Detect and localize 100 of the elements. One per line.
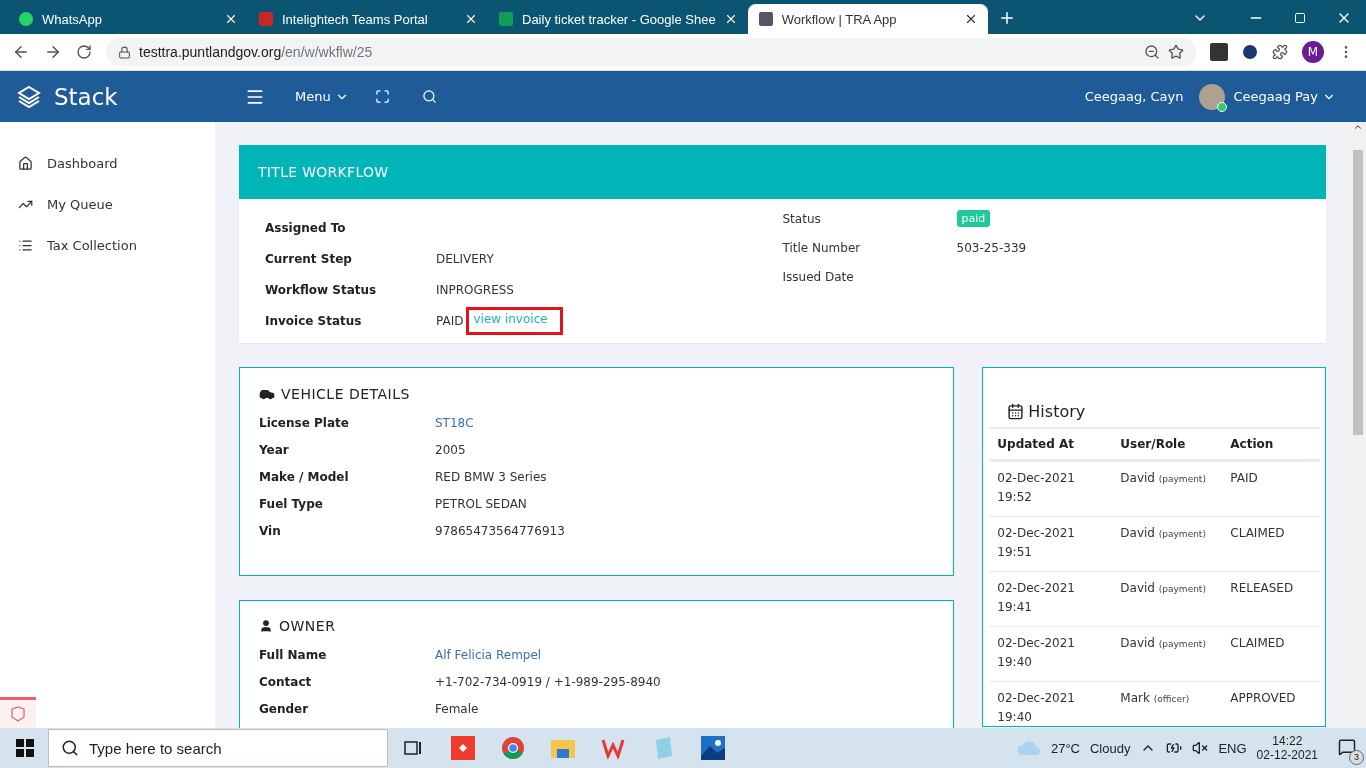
- debug-bar-tab[interactable]: [0, 697, 36, 728]
- stack-logo-icon: [16, 83, 42, 110]
- search-icon: [61, 739, 79, 757]
- site-icon: [258, 11, 274, 27]
- column-header: Updated At: [989, 429, 1113, 462]
- field-label: Fuel Type: [259, 495, 324, 513]
- field-value: INPROGRESS: [436, 281, 514, 299]
- brand-name: Stack: [54, 83, 118, 110]
- field-label: Assigned To: [265, 219, 347, 237]
- table-cell: David (payment): [1112, 462, 1223, 517]
- browser-tab[interactable]: Intelightech Teams Portal: [248, 4, 488, 34]
- field-label: Issued Date: [782, 268, 855, 286]
- field-value: RED BMW 3 Series: [435, 468, 547, 486]
- notification-icon[interactable]: [1338, 737, 1356, 756]
- field-label: Status: [782, 210, 822, 228]
- sidebar-item[interactable]: Dashboard: [0, 152, 215, 174]
- restore-icon[interactable]: [1294, 12, 1306, 24]
- reload-icon[interactable]: [76, 44, 92, 60]
- browser-tab[interactable]: Daily ticket tracker - Google Shee: [488, 4, 748, 34]
- account-dropdown[interactable]: Ceegaag Pay: [1233, 89, 1336, 104]
- url-text: testtra.puntlandgov.org/en/w/wkflw/25: [139, 44, 373, 60]
- table-cell: 02-Dec-2021 19:40: [989, 627, 1113, 682]
- field-value: PETROL SEDAN: [435, 495, 527, 513]
- table-cell: 02-Dec-2021 19:51: [989, 517, 1113, 572]
- language-indicator[interactable]: ENG: [1218, 740, 1247, 756]
- card-title: TITLE WORKFLOW: [239, 145, 1326, 199]
- field-label: Full Name: [259, 646, 328, 664]
- clock[interactable]: 14:22 02-12-2021: [1256, 734, 1318, 762]
- menu-dropdown[interactable]: Menu: [295, 89, 349, 104]
- zoom-icon[interactable]: [1144, 44, 1160, 60]
- task-view-icon[interactable]: [403, 739, 423, 757]
- site-icon: [757, 11, 774, 27]
- folder-icon[interactable]: [551, 737, 575, 759]
- field-label: License Plate: [259, 414, 350, 432]
- app-icon[interactable]: [451, 736, 475, 760]
- column-header: Action: [1222, 429, 1320, 462]
- forward-icon[interactable]: [44, 43, 62, 61]
- fullscreen-icon[interactable]: [374, 89, 390, 104]
- table-cell: CLAIMED: [1222, 627, 1320, 682]
- weather-text: Cloudy: [1089, 740, 1131, 756]
- temperature: 27°C: [1050, 740, 1080, 756]
- browser-tab[interactable]: Workflow | TRA App: [747, 4, 988, 34]
- volume-muted-icon[interactable]: [1192, 740, 1209, 756]
- field-value: 97865473564776913: [435, 522, 565, 540]
- field-label: Current Step: [265, 250, 353, 268]
- table-cell: PAID: [1222, 462, 1320, 517]
- battery-icon[interactable]: [1166, 740, 1183, 756]
- section-title: History: [1028, 402, 1086, 421]
- field-label: Year: [259, 441, 290, 459]
- tab-title: WhatsApp: [42, 11, 103, 27]
- back-icon[interactable]: [12, 43, 30, 61]
- list-icon: [18, 237, 33, 253]
- field-label: Invoice Status: [265, 312, 363, 330]
- status-badge: paid: [956, 210, 991, 227]
- taskbar-search-field[interactable]: Type here to search: [48, 729, 388, 767]
- chrome-icon[interactable]: [501, 736, 525, 760]
- extensions-icon[interactable]: [1272, 44, 1288, 60]
- home-icon: [18, 155, 33, 171]
- field-value: 2005: [435, 441, 466, 459]
- extension-icon[interactable]: [1242, 44, 1258, 60]
- cloud-icon: [1016, 740, 1041, 756]
- user-avatar[interactable]: [1199, 83, 1226, 110]
- sidebar-item[interactable]: My Queue: [0, 193, 215, 215]
- table-cell: David (payment): [1112, 572, 1223, 627]
- windows-start-icon[interactable]: [16, 739, 34, 757]
- browser-tab[interactable]: WhatsApp: [8, 4, 248, 34]
- field-label: Workflow Status: [265, 281, 378, 299]
- tab-title: Daily ticket tracker - Google Shee: [522, 11, 716, 27]
- search-placeholder: Type here to search: [89, 739, 222, 757]
- table-cell: David (payment): [1112, 517, 1223, 572]
- field-value: 503-25-339: [956, 239, 1027, 257]
- table-cell: 02-Dec-2021 19:41: [989, 572, 1113, 627]
- value-link[interactable]: ST18C: [435, 415, 474, 430]
- value-link[interactable]: Alf Felicia Rempel: [435, 647, 542, 662]
- tab-title: Intelightech Teams Portal: [282, 11, 429, 27]
- search-icon[interactable]: [421, 89, 437, 104]
- field-label: Contact: [259, 673, 313, 691]
- field-label: Gender: [259, 700, 310, 718]
- address-bar[interactable]: testtra.puntlandgov.org/en/w/wkflw/25: [106, 38, 1196, 66]
- photos-icon[interactable]: [701, 736, 725, 760]
- sidebar-label: Dashboard: [47, 155, 118, 171]
- table-cell: David (payment): [1112, 627, 1223, 682]
- close-icon[interactable]: [464, 12, 478, 26]
- sidebar-item[interactable]: Tax Collection: [0, 234, 215, 256]
- site-icon: [18, 11, 34, 27]
- tab-title: Workflow | TRA App: [781, 11, 898, 27]
- table-cell: 02-Dec-2021 19:52: [989, 462, 1113, 517]
- column-header: User/Role: [1112, 429, 1223, 462]
- sidebar-label: My Queue: [47, 196, 113, 212]
- profile-avatar[interactable]: M: [1302, 41, 1324, 63]
- office-icon[interactable]: [601, 737, 625, 759]
- section-title: VEHICLE DETAILS: [281, 386, 410, 402]
- calendar-icon: [1007, 403, 1025, 420]
- scrollbar-thumb[interactable]: [1353, 150, 1363, 435]
- field-value: PAID: [436, 312, 464, 330]
- scroll-up-icon[interactable]: [1353, 122, 1363, 132]
- close-icon[interactable]: [224, 12, 238, 26]
- notification-count: 3: [1349, 749, 1364, 765]
- table-cell: RELEASED: [1222, 572, 1320, 627]
- bookmark-icon[interactable]: [1168, 44, 1184, 60]
